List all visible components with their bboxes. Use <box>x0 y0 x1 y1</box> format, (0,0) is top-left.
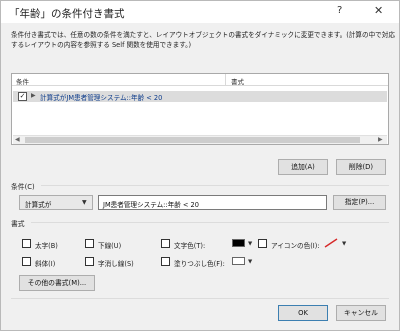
conditions-list-header: 条件 書式 <box>12 74 388 86</box>
specify-button[interactable]: 指定(P)... <box>333 195 386 210</box>
column-divider[interactable] <box>225 74 226 86</box>
bold-checkbox[interactable] <box>22 239 31 248</box>
icon-color-checkbox[interactable] <box>258 239 267 248</box>
delete-button[interactable]: 削除(D) <box>336 159 386 175</box>
icon-color-swatch-icon[interactable] <box>323 238 339 248</box>
title-bar: 「年齢」の条件付き書式 ? ✕ <box>1 1 399 23</box>
close-button[interactable]: ✕ <box>374 4 383 17</box>
dialog-description: 条件付き書式では、任意の数の条件を満たすと、レイアウトオブジェクトの書式をダイナ… <box>11 31 395 49</box>
underline-label: 下線(U) <box>98 242 122 250</box>
condition-expression-value: JM患者管理システム::年齢 < 20 <box>103 201 199 209</box>
scroll-left-icon[interactable]: ◀ <box>15 136 20 143</box>
fill-color-label: 塗りつぶし色(F): <box>174 260 225 268</box>
horizontal-scrollbar[interactable]: ◀ ▶ <box>13 135 387 144</box>
condition-row[interactable]: ✓ ▶ 計算式がJM患者管理システム::年齢 < 20 <box>13 91 387 102</box>
fill-color-dropdown-icon[interactable]: ▼ <box>248 259 252 265</box>
strikethrough-label: 字消し線(S) <box>98 260 134 268</box>
icon-color-label: アイコンの色(I): <box>271 242 320 250</box>
strikethrough-checkbox[interactable] <box>85 257 94 266</box>
condition-type-value: 計算式が <box>25 201 52 209</box>
footer-divider <box>11 298 389 299</box>
condition-section-divider <box>41 185 389 186</box>
underline-checkbox[interactable] <box>85 239 94 248</box>
format-section-label: 書式 <box>11 220 25 228</box>
scroll-right-icon[interactable]: ▶ <box>378 136 383 143</box>
condition-type-select[interactable]: 計算式が ▼ <box>19 195 93 210</box>
scroll-thumb[interactable] <box>25 137 360 143</box>
text-color-dropdown-icon[interactable]: ▼ <box>248 241 252 247</box>
italic-checkbox[interactable] <box>22 257 31 266</box>
condition-row-text: 計算式がJM患者管理システム::年齢 < 20 <box>40 94 163 102</box>
ok-button[interactable]: OK <box>278 305 328 321</box>
add-button[interactable]: 追加(A) <box>278 159 328 175</box>
condition-enabled-checkbox[interactable]: ✓ <box>18 92 27 101</box>
dialog-title: 「年齢」の条件付き書式 <box>9 8 125 20</box>
help-button[interactable]: ? <box>337 5 342 16</box>
format-section-divider <box>31 222 389 223</box>
conditional-format-dialog: 「年齢」の条件付き書式 ? ✕ 条件付き書式では、任意の数の条件を満たすと、レイ… <box>0 0 400 331</box>
fill-color-swatch[interactable] <box>232 257 245 265</box>
conditions-list[interactable]: 条件 書式 ✓ ▶ 計算式がJM患者管理システム::年齢 < 20 ◀ ▶ <box>11 73 389 145</box>
fill-color-checkbox[interactable] <box>161 257 170 266</box>
column-header-format[interactable]: 書式 <box>231 76 244 86</box>
row-expand-icon: ▶ <box>31 92 36 99</box>
bold-label: 太字(B) <box>35 242 58 250</box>
italic-label: 斜体(I) <box>35 260 56 268</box>
text-color-label: 文字色(T): <box>174 242 206 250</box>
chevron-down-icon: ▼ <box>82 199 87 206</box>
cancel-button[interactable]: キャンセル <box>336 305 386 321</box>
condition-section-label: 条件(C) <box>11 183 35 191</box>
text-color-checkbox[interactable] <box>161 239 170 248</box>
column-header-condition[interactable]: 条件 <box>16 76 29 86</box>
text-color-swatch[interactable] <box>232 239 245 247</box>
icon-color-dropdown-icon[interactable]: ▼ <box>342 241 346 247</box>
condition-expression-field[interactable]: JM患者管理システム::年齢 < 20 <box>98 195 327 210</box>
more-formats-button[interactable]: その他の書式(M)... <box>19 275 95 291</box>
